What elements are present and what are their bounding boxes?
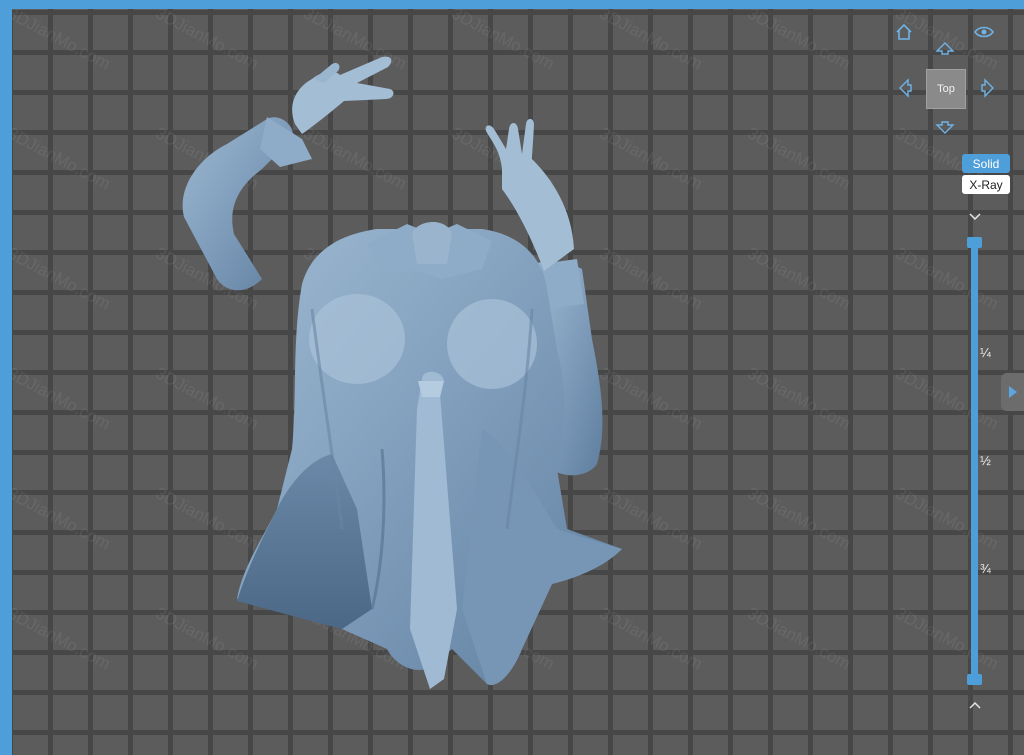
arrow-right-icon[interactable] [977,77,999,99]
slider-tick-three-quarter: ¾ [980,561,991,576]
section-slider-track[interactable] [971,242,978,683]
solid-mode-button[interactable]: Solid [962,154,1010,173]
triangle-right-icon [1008,386,1017,398]
arrow-left-icon[interactable] [894,77,916,99]
slider-tick-half: ½ [980,453,991,468]
xray-mode-label: X-Ray [969,177,1003,192]
xray-mode-button[interactable]: X-Ray [962,175,1010,194]
home-icon[interactable] [893,21,915,43]
view-cube-top-face[interactable]: Top [926,69,966,109]
chevron-up-icon[interactable] [968,697,982,712]
3d-model [182,56,622,689]
side-panel-toggle[interactable] [1001,373,1024,411]
arrow-down-icon[interactable] [934,117,956,139]
section-slider-bottom-handle[interactable] [967,674,982,685]
slider-tick-quarter: ¼ [980,345,991,360]
3d-viewport[interactable]: 3DJianMo.com 3DJianMo.com 3DJianMo.com 3DJi… [12,9,1024,755]
current-view-label: Top [937,83,955,95]
section-slider-top-handle[interactable] [967,237,982,248]
solid-mode-label: Solid [972,156,1000,171]
chevron-down-icon[interactable] [968,209,982,224]
eye-icon[interactable] [973,21,995,43]
arrow-up-icon[interactable] [934,37,956,59]
